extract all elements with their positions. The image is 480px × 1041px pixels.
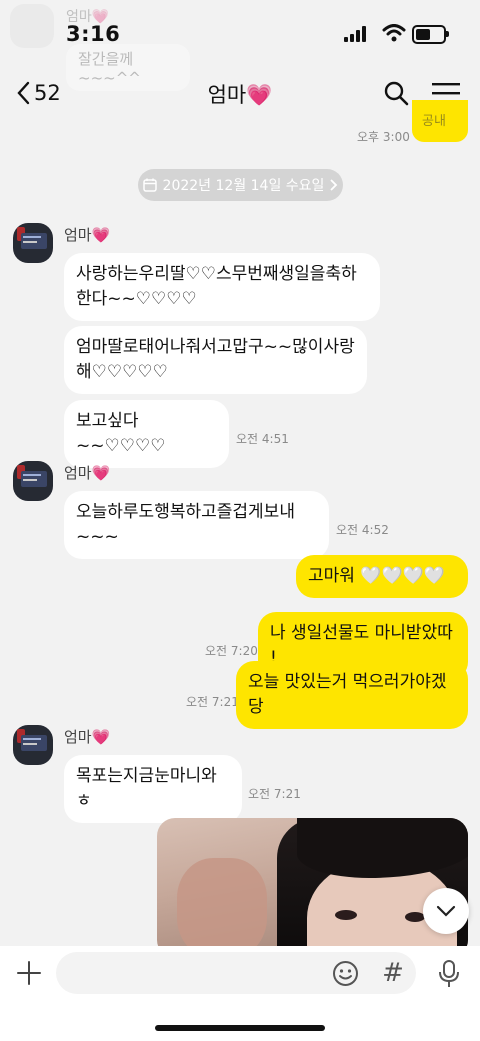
my-message-bubble[interactable]: 고마워 🤍🤍🤍🤍: [296, 555, 468, 598]
message-time: 오후 3:00: [357, 130, 410, 144]
status-bar: 엄마💗 잘간을께~~~^^ 3:16: [0, 0, 480, 91]
calendar-icon: [142, 178, 157, 192]
message-bubble[interactable]: 보고싶다~~♡♡♡♡: [64, 400, 229, 468]
chevron-right-icon: [330, 179, 338, 191]
battery-icon: [412, 25, 449, 44]
search-icon[interactable]: [383, 80, 409, 106]
microphone-icon[interactable]: [438, 960, 460, 988]
sender-name: 엄마💗: [64, 728, 111, 746]
unread-count: 52: [34, 81, 61, 105]
message-bubble[interactable]: 사랑하는우리딸♡♡스무번째생일을축하한다~~♡♡♡♡: [64, 253, 380, 321]
status-time: 3:16: [66, 22, 121, 46]
sender-name: 엄마💗: [64, 226, 111, 244]
photo-message[interactable]: [157, 818, 468, 958]
avatar[interactable]: [13, 223, 53, 263]
message-time: 오전 7:21: [186, 695, 239, 709]
emoji-icon[interactable]: [332, 960, 359, 987]
avatar[interactable]: [13, 461, 53, 501]
input-bar: #: [0, 946, 480, 1041]
hashtag-icon[interactable]: #: [380, 958, 406, 988]
previous-message-bubble[interactable]: 공내: [412, 100, 468, 142]
message-bubble[interactable]: 엄마딸로태어나줘서고맙구~~많이사랑해♡♡♡♡♡: [64, 326, 367, 394]
chat-title[interactable]: 엄마💗: [208, 83, 273, 107]
wifi-icon: [382, 24, 406, 42]
date-label: 2022년 12월 14일 수요일: [162, 178, 325, 194]
message-bubble[interactable]: 오늘하루도행복하고즐겁게보내~~~: [64, 491, 329, 559]
chevron-left-icon: [17, 81, 30, 105]
sender-name: 엄마💗: [64, 464, 111, 482]
my-message-bubble[interactable]: 오늘 맛있는거 먹으러가야겠당: [236, 661, 468, 729]
message-time: 오전 7:21: [248, 787, 301, 801]
scroll-to-bottom-button[interactable]: [423, 888, 469, 934]
avatar[interactable]: [13, 725, 53, 765]
message-bubble[interactable]: 목포는지금눈마니와ㅎ: [64, 755, 242, 823]
back-button[interactable]: 52: [16, 80, 61, 106]
date-divider[interactable]: 2022년 12월 14일 수요일: [138, 169, 343, 201]
message-time: 오전 7:20: [205, 644, 258, 658]
message-time: 오전 4:51: [236, 432, 289, 446]
home-indicator: [155, 1025, 325, 1031]
message-input[interactable]: [56, 952, 416, 994]
notification-avatar: [10, 4, 54, 48]
plus-icon[interactable]: [16, 960, 42, 986]
signal-icon: [344, 26, 366, 42]
notification-text: 잘간을께~~~^^: [66, 44, 190, 91]
message-time: 오전 4:52: [336, 523, 389, 537]
chevron-down-icon: [436, 905, 456, 917]
